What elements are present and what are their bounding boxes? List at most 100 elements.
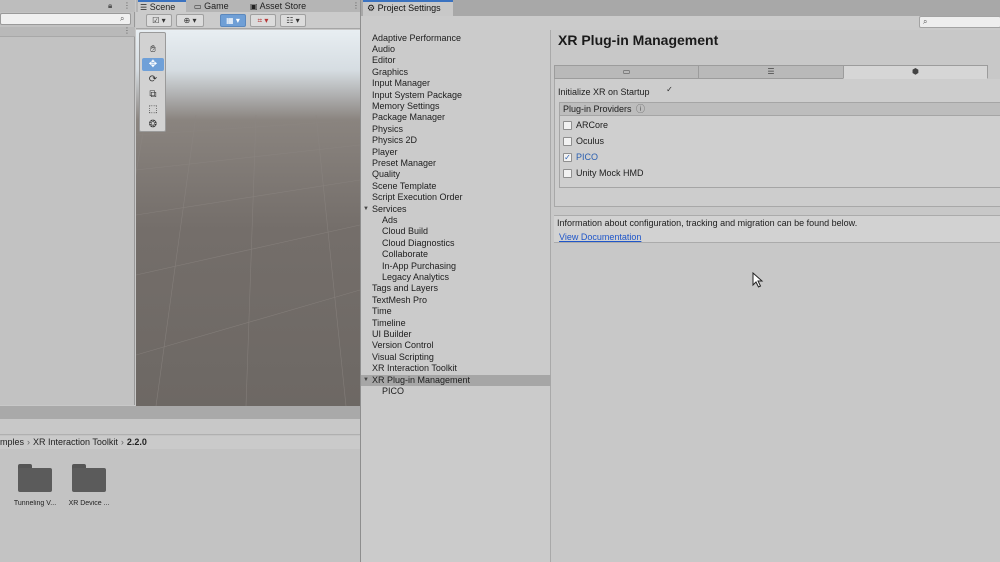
sidebar-item[interactable]: Visual Scripting	[361, 352, 551, 363]
tab-project-settings[interactable]: ⚙ Project Settings	[363, 0, 453, 16]
sidebar-item-label: Physics	[372, 123, 404, 134]
gear-icon: ⚙	[367, 3, 376, 13]
sidebar-item[interactable]: Editor	[361, 55, 551, 66]
sidebar-item[interactable]: XR Interaction Toolkit	[361, 363, 551, 374]
hierarchy-scene-row[interactable]: ⋮	[0, 26, 135, 37]
folder-item[interactable]: XR Device ...	[61, 464, 117, 507]
scene-draw-mode-dropdown[interactable]: ☑ ▾	[146, 14, 172, 27]
scale-tool-icon[interactable]: ⧉	[142, 88, 164, 101]
sidebar-item-label: Input System Package	[372, 89, 463, 100]
sidebar-subitem[interactable]: Legacy Analytics	[361, 272, 551, 283]
sidebar-item[interactable]: Physics	[361, 124, 551, 135]
settings-sidebar: Adaptive Performance Audio Editor Graphi…	[361, 30, 551, 562]
expand-arrow-icon[interactable]: ▼	[363, 375, 369, 386]
grid-snap-dropdown[interactable]: ▦ ▾	[220, 14, 246, 27]
sidebar-subitem[interactable]: Collaborate	[361, 249, 551, 260]
breadcrumb-item[interactable]: mples	[0, 436, 24, 449]
sidebar-item[interactable]: TextMesh Pro	[361, 295, 551, 306]
snap-increment-dropdown[interactable]: ⌗ ▾	[250, 14, 276, 27]
settings-search-input[interactable]: ⌕	[919, 16, 1000, 28]
provider-checkbox-checked[interactable]: ✓	[563, 153, 572, 162]
sidebar-item[interactable]: Tags and Layers	[361, 283, 551, 294]
scene-toolbar: ☑ ▾ ⊕ ▾ ▦ ▾ ⌗ ▾ ☷ ▾	[136, 12, 360, 29]
help-icon[interactable]: ⓘ	[636, 104, 645, 114]
provider-checkbox[interactable]	[563, 121, 572, 130]
sidebar-item[interactable]: Adaptive Performance	[361, 33, 551, 44]
sidebar-item[interactable]: Version Control	[361, 340, 551, 351]
provider-row-pico[interactable]: ✓ PICO	[560, 150, 760, 164]
folder-item[interactable]: Tunneling V...	[7, 464, 63, 507]
scene-viewport[interactable]	[136, 30, 360, 406]
breadcrumb-item[interactable]: XR Interaction Toolkit	[33, 436, 118, 449]
breadcrumb: mples › XR Interaction Toolkit › 2.2.0	[0, 436, 360, 449]
sidebar-subitem[interactable]: Cloud Build	[361, 226, 551, 237]
provider-row-arcore[interactable]: ARCore	[560, 118, 760, 132]
breadcrumb-item-current[interactable]: 2.2.0	[127, 436, 147, 449]
sidebar-item[interactable]: Audio	[361, 44, 551, 55]
breadcrumb-chevron-icon: ›	[120, 437, 124, 447]
initialize-xr-label: Initialize XR on Startup	[558, 87, 650, 97]
sidebar-subitem[interactable]: In-App Purchasing	[361, 261, 551, 272]
folder-label: Tunneling V...	[13, 500, 57, 507]
global-local-toggle[interactable]: ⊕ ▾	[176, 14, 204, 27]
sidebar-item-label: Scene Template	[372, 180, 437, 191]
sidebar-item-services[interactable]: ▼ Services	[361, 204, 551, 215]
sidebar-item-label: XR Plug-in Management	[372, 374, 471, 385]
lock-icon[interactable]: 🔒︎	[108, 1, 112, 11]
sidebar-item-xr-plugin-management[interactable]: ▼ XR Plug-in Management	[361, 374, 551, 386]
sidebar-item-label: Graphics	[372, 66, 409, 77]
sidebar-subitem[interactable]: PICO	[361, 386, 551, 397]
sidebar-item[interactable]: Physics 2D	[361, 135, 551, 146]
sidebar-item[interactable]: Input System Package	[361, 90, 551, 101]
sidebar-subitem[interactable]: Cloud Diagnostics	[361, 238, 551, 249]
move-tool-icon[interactable]: ✥	[142, 58, 164, 71]
providers-header-label: Plug-in Providers	[563, 104, 632, 114]
view-documentation-link[interactable]: View Documentation	[559, 232, 641, 242]
settings-content: XR Plug-in Management ▭ ☰ ⬢ Initialize X…	[552, 30, 1000, 562]
snap-settings-dropdown[interactable]: ☷ ▾	[280, 14, 306, 27]
sidebar-subitem[interactable]: Ads	[361, 215, 551, 226]
more-menu-icon[interactable]: ⋮	[123, 1, 131, 11]
provider-row-oculus[interactable]: Oculus	[560, 134, 760, 148]
provider-checkbox[interactable]	[563, 169, 572, 178]
sidebar-item[interactable]: Script Execution Order	[361, 192, 551, 203]
sidebar-item[interactable]: Quality	[361, 169, 551, 180]
providers-header: Plug-in Providers ⓘ	[559, 102, 1000, 116]
sidebar-item[interactable]: UI Builder	[361, 329, 551, 340]
sidebar-item-label: Audio	[372, 43, 396, 54]
rotate-tool-icon[interactable]: ⟳	[142, 73, 164, 86]
search-filter-icon[interactable]: ⌕	[120, 14, 124, 24]
tab-platform-desktop[interactable]: ▭	[554, 65, 699, 79]
sidebar-item[interactable]: Preset Manager	[361, 158, 551, 169]
hierarchy-header: 🔒︎ ⋮	[0, 0, 135, 12]
platform-tabs: ▭ ☰ ⬢	[554, 65, 990, 79]
sidebar-item-label: TextMesh Pro	[372, 294, 428, 305]
tab-scene[interactable]: ☰ Scene	[138, 0, 186, 12]
sidebar-item[interactable]: Package Manager	[361, 112, 551, 123]
tab-game[interactable]: ▭ Game	[192, 0, 238, 12]
tab-platform-server[interactable]: ☰	[698, 65, 844, 79]
transform-tool-icon[interactable]: ❂	[142, 118, 164, 131]
scene-menu-icon[interactable]: ⋮	[352, 1, 360, 11]
row-menu-icon[interactable]: ⋮	[123, 26, 131, 36]
sidebar-item[interactable]: Scene Template	[361, 181, 551, 192]
sidebar-item[interactable]: Graphics	[361, 67, 551, 78]
hierarchy-search-input[interactable]: ⌕	[0, 13, 131, 25]
provider-checkbox[interactable]	[563, 137, 572, 146]
sidebar-item[interactable]: Player	[361, 147, 551, 158]
sidebar-item[interactable]: Input Manager	[361, 78, 551, 89]
project-panel: mples › XR Interaction Toolkit › 2.2.0 Tunne…	[0, 406, 360, 562]
sidebar-item[interactable]: Memory Settings	[361, 101, 551, 112]
tab-platform-android[interactable]: ⬢	[843, 65, 988, 79]
folder-icon	[18, 464, 52, 492]
hand-tool-icon[interactable]: ✋︎	[142, 43, 164, 56]
provider-row-unity-mock-hmd[interactable]: Unity Mock HMD	[560, 166, 760, 180]
sidebar-item-label: Cloud Build	[382, 226, 429, 237]
rect-tool-icon[interactable]: ⬚	[142, 103, 164, 116]
sidebar-item[interactable]: Time	[361, 306, 551, 317]
expand-arrow-icon[interactable]: ▼	[363, 204, 369, 215]
page-title: XR Plug-in Management	[558, 32, 719, 48]
initialize-xr-checkbox[interactable]: ✓	[665, 86, 674, 95]
sidebar-item[interactable]: Timeline	[361, 318, 551, 329]
tab-asset-store[interactable]: ▣ Asset Store	[248, 0, 332, 12]
